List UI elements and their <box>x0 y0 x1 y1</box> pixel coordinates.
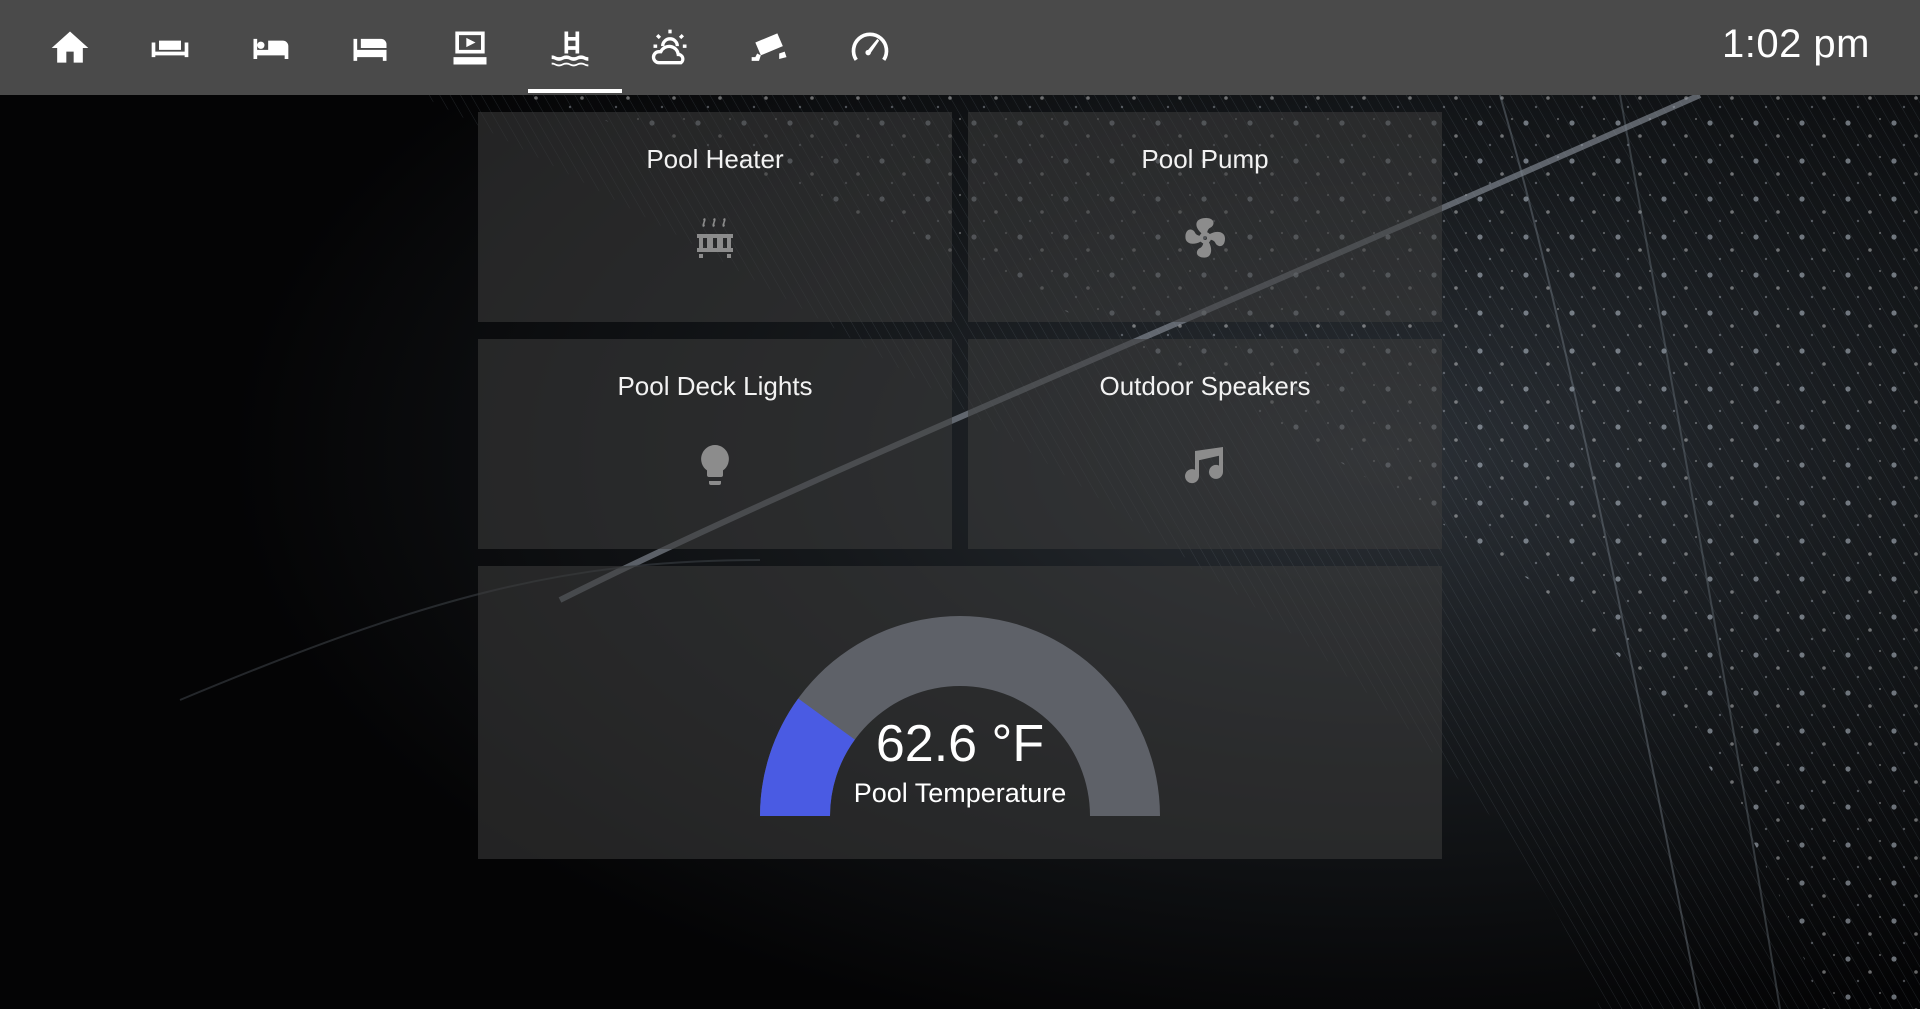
gauge-value: 62.6 °F <box>875 715 1045 773</box>
top-navigation-bar: 1:02 pm <box>0 0 1920 95</box>
cctv-icon <box>751 32 787 61</box>
gauge-label: Pool Temperature <box>853 778 1067 808</box>
pool-deck-lights-button[interactable]: Pool Deck Lights <box>478 339 952 549</box>
pool-temperature-gauge-card: 62.6 °F Pool Temperature <box>478 566 1442 859</box>
pool-heater-button[interactable]: Pool Heater <box>478 112 952 322</box>
home-icon <box>51 31 89 63</box>
tab-system[interactable] <box>820 0 920 95</box>
view-tabs <box>20 0 920 95</box>
outdoor-speakers-button[interactable]: Outdoor Speakers <box>968 339 1442 549</box>
tab-bedroom[interactable] <box>320 0 420 95</box>
pool-heater-label: Pool Heater <box>646 144 784 174</box>
tab-pool[interactable] <box>520 0 622 95</box>
sofa-icon <box>151 40 189 57</box>
radiator-icon <box>691 214 739 262</box>
theater-icon <box>453 31 487 64</box>
tab-theater[interactable] <box>420 0 520 95</box>
pool-controls-grid: Pool Heater Pool Pump Pool Deck Lights O… <box>478 112 1442 859</box>
speedometer-icon <box>851 31 889 61</box>
tab-weather[interactable] <box>620 0 720 95</box>
pool-icon <box>551 31 589 66</box>
fan-icon <box>1181 214 1229 262</box>
pool-deck-lights-label: Pool Deck Lights <box>617 371 813 401</box>
tab-master-bedroom[interactable] <box>220 0 320 95</box>
bed-single-icon <box>353 38 387 61</box>
clock: 1:02 pm <box>1721 22 1870 66</box>
pool-pump-label: Pool Pump <box>1141 144 1269 174</box>
dashboard: 1:02 pm Pool Heater Pool Pump Pool Deck … <box>0 0 1920 1009</box>
tab-living-room[interactable] <box>120 0 220 95</box>
tab-cameras[interactable] <box>720 0 820 95</box>
weather-partly-cloudy-icon <box>651 29 687 64</box>
outdoor-speakers-label: Outdoor Speakers <box>1099 371 1311 401</box>
tab-home[interactable] <box>20 0 120 95</box>
music-note-icon <box>1181 441 1229 489</box>
bed-icon <box>253 38 289 59</box>
pool-pump-button[interactable]: Pool Pump <box>968 112 1442 322</box>
lightbulb-icon <box>691 441 739 489</box>
